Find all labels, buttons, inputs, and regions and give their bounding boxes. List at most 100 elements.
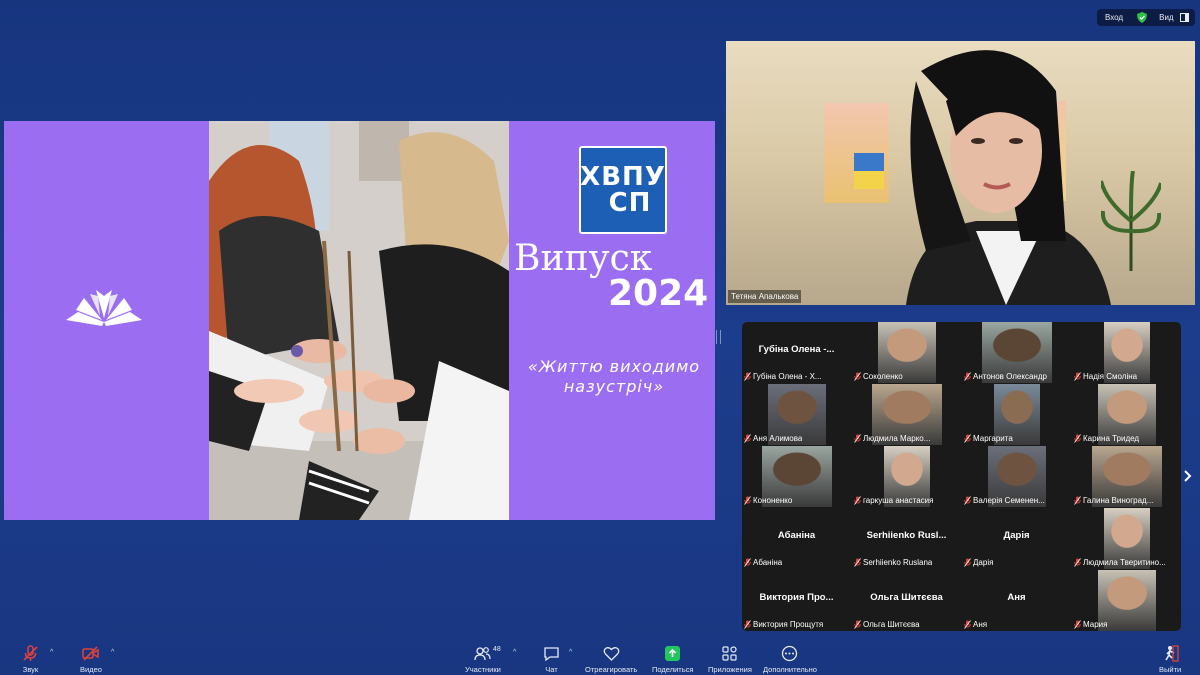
college-logo: ХВПУ СП — [579, 146, 667, 234]
participant-tile[interactable]: Маргарита — [962, 384, 1071, 445]
resize-handle[interactable] — [716, 330, 721, 344]
audio-options-caret[interactable]: ^ — [50, 649, 53, 656]
video-options-caret[interactable]: ^ — [111, 649, 114, 656]
meeting-toolbar: Звук ^ Видео ^ Участники 48 ^ Чат ^ Отре… — [0, 639, 1200, 675]
participant-tile[interactable]: Галина Виноград... — [1072, 446, 1181, 507]
mic-muted-icon — [1074, 372, 1081, 381]
logo-line-2: СП — [608, 188, 652, 218]
participant-display-name: Serhiienko Rusl... — [866, 530, 947, 541]
mic-muted-icon — [1074, 620, 1081, 629]
participant-tile[interactable]: Кононенко — [742, 446, 851, 507]
participant-name: Аня — [973, 620, 988, 629]
heart-icon — [603, 647, 620, 661]
view-controls: Вход Вид — [1097, 9, 1195, 26]
input-label[interactable]: Вход — [1105, 13, 1123, 22]
participant-tile[interactable]: гаркуша анастасия — [852, 446, 961, 507]
share-button[interactable]: Поделиться — [652, 639, 693, 674]
participant-label: Антонов Олександр — [964, 372, 1047, 381]
participant-name: Людмила Тверитино... — [1083, 558, 1166, 567]
audio-button[interactable]: Звук — [22, 639, 39, 674]
participant-display-name: Виктория Про... — [759, 592, 834, 603]
participant-name: Карина Тридед — [1083, 434, 1140, 443]
open-book-logo-icon — [66, 290, 142, 326]
participant-name: гаркуша анастасия — [863, 496, 934, 505]
participant-display-name: Аня — [1007, 592, 1026, 603]
participant-tile[interactable]: Аня Аня — [962, 570, 1071, 631]
leave-label: Выйти — [1159, 665, 1182, 674]
participant-display-name: Губіна Олена -... — [758, 344, 835, 355]
participant-tile[interactable]: Мария — [1072, 570, 1181, 631]
more-label: Дополнительно — [763, 665, 817, 674]
participant-name: Виктория Прощутя — [753, 620, 824, 629]
participant-display-name: Ольга Шитєєва — [870, 592, 943, 603]
chevron-right-icon[interactable] — [1184, 470, 1192, 482]
participant-name: Галина Виноград... — [1083, 496, 1154, 505]
participant-label: Аня Алимова — [744, 434, 802, 443]
leave-button[interactable]: Выйти — [1159, 639, 1181, 674]
participant-name: Надія Смоліна — [1083, 372, 1138, 381]
mic-muted-icon — [854, 620, 861, 629]
participant-label: Мария — [1074, 620, 1107, 629]
participant-label: Маргарита — [964, 434, 1013, 443]
participant-tile[interactable]: Ольга Шитєєва Ольга Шитєєва — [852, 570, 961, 631]
grid-view-icon[interactable] — [1179, 13, 1189, 22]
mic-muted-icon — [964, 372, 971, 381]
more-button[interactable]: Дополнительно — [763, 639, 817, 674]
chat-icon — [544, 647, 559, 662]
mic-muted-icon — [854, 372, 861, 381]
speaker-video[interactable]: Тетяна Апалькова — [726, 41, 1195, 305]
participants-button[interactable]: Участники — [465, 639, 501, 674]
slide-quote: «Життю виходимо назустріч» — [509, 357, 715, 397]
participants-label: Участники — [465, 665, 501, 674]
participant-label: Serhiienko Ruslana — [854, 558, 932, 567]
participant-label: Людмила Тверитино... — [1074, 558, 1166, 567]
participant-label: Кононенко — [744, 496, 792, 505]
participant-label: Абаніна — [744, 558, 782, 567]
mic-muted-icon — [744, 434, 751, 443]
participant-tile[interactable]: Аня Алимова — [742, 384, 851, 445]
participant-name: Абаніна — [753, 558, 783, 567]
participant-label: Дарія — [964, 558, 993, 567]
mic-muted-icon — [744, 558, 751, 567]
mic-muted-icon — [1074, 496, 1081, 505]
participants-gallery: Губіна Олена -... Губіна Олена - Х... Соко… — [742, 322, 1181, 631]
participant-name: Аня Алимова — [753, 434, 803, 443]
apps-label: Приложения — [708, 665, 752, 674]
participant-name: Мария — [1083, 620, 1108, 629]
mic-muted-icon — [23, 645, 38, 661]
participant-tile[interactable]: Надія Смоліна — [1072, 322, 1181, 383]
participants-options-caret[interactable]: ^ — [513, 649, 516, 656]
share-label: Поделиться — [652, 665, 694, 674]
participant-tile[interactable]: Губіна Олена -... Губіна Олена - Х... — [742, 322, 851, 383]
slide-year: 2024 — [608, 273, 709, 314]
participant-tile[interactable]: Людмила Марко... — [852, 384, 961, 445]
participant-label: Губіна Олена - Х... — [744, 372, 822, 381]
participant-tile[interactable]: Serhiienko Rusl... Serhiienko Ruslana — [852, 508, 961, 569]
mic-muted-icon — [744, 372, 751, 381]
video-button[interactable]: Видео — [80, 639, 102, 674]
speaker-name: Тетяна Апалькова — [728, 290, 802, 303]
react-button[interactable]: Отреагировать — [585, 639, 637, 674]
participant-tile[interactable]: Антонов Олександр — [962, 322, 1071, 383]
participant-tile[interactable]: Абаніна Абаніна — [742, 508, 851, 569]
plant — [1101, 171, 1161, 271]
participant-tile[interactable]: Людмила Тверитино... — [1072, 508, 1181, 569]
view-button[interactable]: Вид — [1159, 13, 1173, 22]
participants-icon — [474, 647, 492, 661]
chat-options-caret[interactable]: ^ — [569, 649, 572, 656]
participant-name: Людмила Марко... — [863, 434, 931, 443]
apps-button[interactable]: Приложения — [708, 639, 752, 674]
participant-tile[interactable]: Карина Тридед — [1072, 384, 1181, 445]
participants-count: 48 — [493, 646, 501, 653]
participant-tile[interactable]: Валерія Семенен... — [962, 446, 1071, 507]
mic-muted-icon — [854, 558, 861, 567]
participant-tile[interactable]: Виктория Про... Виктория Прощутя — [742, 570, 851, 631]
chat-button[interactable]: Чат — [543, 639, 560, 674]
participant-tile[interactable]: Дарія Дарія — [962, 508, 1071, 569]
participant-tile[interactable]: Соколенко — [852, 322, 961, 383]
participant-name: Маргарита — [973, 434, 1013, 443]
video-label: Видео — [80, 665, 102, 674]
logo-line-1: ХВПУ — [580, 162, 666, 192]
participant-label: Аня — [964, 620, 987, 629]
students-photo — [209, 121, 509, 520]
